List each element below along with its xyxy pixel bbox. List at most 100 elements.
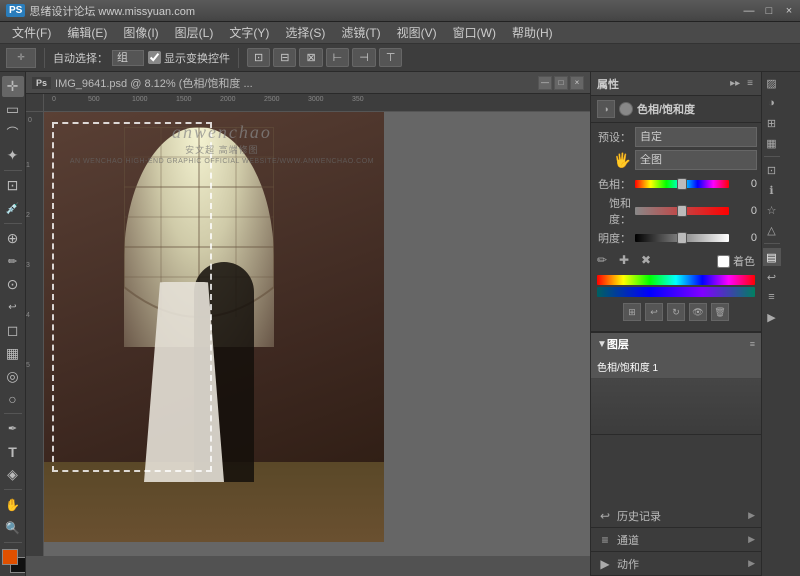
sidebar-paths[interactable]: △ <box>763 221 781 239</box>
light-row: 明度： 0 <box>595 230 757 246</box>
align-right-button[interactable]: ⊠ <box>299 48 322 67</box>
eraser-tool[interactable]: ◻ <box>2 320 24 341</box>
sidebar-color[interactable]: ◑ <box>763 94 781 112</box>
dropper-add-plus-icon[interactable]: ✚ <box>619 253 635 269</box>
shape-tool[interactable]: ◈ <box>2 464 24 485</box>
canvas-viewport[interactable]: anwenchao 安文超 高端修图 AN WENCHAO HIGH-END G… <box>44 112 590 556</box>
menu-image[interactable]: 图像(I) <box>115 22 166 43</box>
sidebar-channels[interactable]: ≡ <box>763 288 781 306</box>
ruler-h-1500: 1500 <box>176 96 192 103</box>
bottom-icon-trash[interactable]: 🗑 <box>711 303 729 321</box>
crop-tool[interactable]: ⊡ <box>2 175 24 196</box>
properties-header: 属性 ▸▸ ≡ <box>591 72 761 96</box>
history-icon: ↩ <box>597 508 613 524</box>
foreground-color[interactable] <box>2 549 18 565</box>
hue-sat-panel-title: 色相/饱和度 <box>637 101 695 117</box>
channels-panel[interactable]: ≡ 通道 ▶ <box>591 528 761 552</box>
sidebar-actions[interactable]: ▶ <box>763 308 781 326</box>
sidebar-layers[interactable]: ▤ <box>763 248 781 266</box>
align-middle-button[interactable]: ⊣ <box>352 48 376 67</box>
eyedropper-tool[interactable]: 💉 <box>2 198 24 219</box>
channel-dropdown[interactable]: 全图 <box>635 150 757 170</box>
layer-item-selected[interactable]: 色相/饱和度 1 <box>591 355 761 379</box>
sidebar-sep-1 <box>764 156 780 157</box>
history-arrow: ▶ <box>748 510 755 521</box>
menu-window[interactable]: 窗口(W) <box>445 22 504 43</box>
magic-wand-tool[interactable]: ✦ <box>2 145 24 166</box>
actions-arrow: ▶ <box>748 558 755 569</box>
properties-menu-icon[interactable]: ≡ <box>745 78 755 89</box>
layers-header[interactable]: ▼ 图层 ≡ <box>591 333 761 355</box>
close-button[interactable]: × <box>780 2 798 20</box>
gradient-tool[interactable]: ▦ <box>2 343 24 364</box>
menu-filter[interactable]: 滤镜(T) <box>333 22 388 43</box>
light-thumb[interactable] <box>677 232 687 244</box>
ruler-h-2500: 2500 <box>264 96 280 103</box>
sidebar-histogram[interactable]: ▨ <box>763 74 781 92</box>
menu-view[interactable]: 视图(V) <box>389 22 445 43</box>
heal-tool[interactable]: ⊕ <box>2 228 24 249</box>
channels-icon: ≡ <box>597 532 613 548</box>
bottom-icon-eye[interactable]: 👁 <box>689 303 707 321</box>
brush-tool[interactable]: ✏ <box>2 251 24 272</box>
sat-thumb[interactable] <box>677 205 687 217</box>
align-center-button[interactable]: ⊟ <box>273 48 296 67</box>
bottom-icon-1[interactable]: ⊞ <box>623 303 641 321</box>
dodge-tool[interactable]: ○ <box>2 389 24 410</box>
menu-text[interactable]: 文字(Y) <box>221 22 277 43</box>
properties-expand-icon[interactable]: ▸▸ <box>728 78 742 89</box>
hue-thumb[interactable] <box>677 178 687 190</box>
bottom-icon-2[interactable]: ↩ <box>645 303 663 321</box>
menu-select[interactable]: 选择(S) <box>277 22 333 43</box>
move-tool[interactable]: ✛ <box>2 76 24 97</box>
sidebar-adjustments[interactable]: ⊡ <box>763 161 781 179</box>
layers-menu-icon[interactable]: ≡ <box>750 339 755 349</box>
colorize-checkbox[interactable] <box>717 255 730 268</box>
bottom-icon-3[interactable]: ↻ <box>667 303 685 321</box>
doc-titlebar: Ps IMG_9641.psd @ 8.12% (色相/饱和度 ... — □ … <box>26 72 590 94</box>
menu-help[interactable]: 帮助(H) <box>504 22 561 43</box>
align-bottom-button[interactable]: ⊤ <box>379 48 403 67</box>
pen-tool[interactable]: ✒ <box>2 418 24 439</box>
doc-minimize-button[interactable]: — <box>538 76 552 90</box>
ruler-h-3000: 3000 <box>308 96 324 103</box>
text-tool[interactable]: T <box>2 441 24 462</box>
preset-dropdown[interactable]: 自定 <box>635 127 757 147</box>
menu-layer[interactable]: 图层(L) <box>167 22 222 43</box>
history-panel[interactable]: ↩ 历史记录 ▶ <box>591 504 761 528</box>
dropper-add-icon[interactable]: ✏ <box>597 253 613 269</box>
maximize-button[interactable]: □ <box>760 2 778 20</box>
ruler-vertical: 0 1 2 3 4 5 <box>26 112 44 556</box>
align-left-button[interactable]: ⊡ <box>247 48 270 67</box>
sidebar-info[interactable]: ℹ <box>763 181 781 199</box>
blur-tool[interactable]: ◎ <box>2 366 24 387</box>
zoom-tool[interactable]: 🔍 <box>2 517 24 538</box>
doc-close-button[interactable]: × <box>570 76 584 90</box>
sidebar-history[interactable]: ↩ <box>763 268 781 286</box>
transform-controls-checkbox[interactable] <box>148 51 161 64</box>
menu-file[interactable]: 文件(F) <box>4 22 59 43</box>
layer-item-label: 色相/饱和度 1 <box>597 359 658 374</box>
minimize-button[interactable]: — <box>740 2 758 20</box>
hue-sat-toggle[interactable] <box>619 102 633 116</box>
dropper-minus-icon[interactable]: ✖ <box>641 253 657 269</box>
auto-select-dropdown[interactable]: 组 图层 <box>112 50 144 66</box>
hand-tool[interactable]: ✋ <box>2 494 24 515</box>
sidebar-swatches[interactable]: ▦ <box>763 134 781 152</box>
ruler-corner <box>26 94 44 112</box>
doc-maximize-button[interactable]: □ <box>554 76 568 90</box>
clone-tool[interactable]: ⊙ <box>2 274 24 295</box>
lasso-tool[interactable]: ⌒ <box>2 122 24 143</box>
doc-ps-badge: Ps <box>32 77 51 89</box>
options-tool-preview: ✛ <box>6 48 36 68</box>
sidebar-styles[interactable]: ☆ <box>763 201 781 219</box>
history-brush-tool[interactable]: ↩ <box>2 297 24 318</box>
sidebar-navigator[interactable]: ⊞ <box>763 114 781 132</box>
select-tool[interactable]: ▭ <box>2 99 24 120</box>
watermark-brand: anwenchao <box>70 122 374 143</box>
menu-edit[interactable]: 编辑(E) <box>59 22 115 43</box>
align-top-button[interactable]: ⊢ <box>326 48 350 67</box>
light-value: 0 <box>733 232 757 244</box>
channel-icon: 🖐 <box>595 152 631 169</box>
actions-panel[interactable]: ▶ 动作 ▶ <box>591 552 761 576</box>
